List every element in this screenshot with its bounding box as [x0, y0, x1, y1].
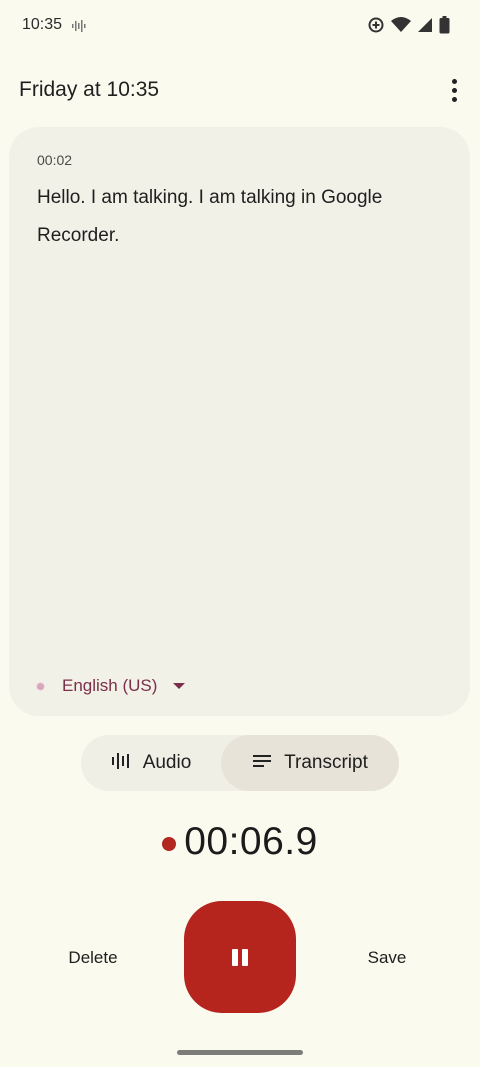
recording-indicator-icon [162, 837, 177, 851]
tab-audio[interactable]: Audio [81, 735, 221, 791]
view-toggle: Audio Transcript [81, 735, 399, 791]
status-bar: 10:35 [0, 0, 480, 52]
recording-timer: 00:06.9 [0, 820, 480, 864]
battery-icon [439, 16, 450, 39]
save-button[interactable]: Save [334, 940, 440, 976]
tab-transcript[interactable]: Transcript [221, 735, 399, 791]
delete-button[interactable]: Delete [40, 940, 146, 976]
gesture-navigation-bar[interactable] [177, 1050, 303, 1055]
waveform-icon [111, 751, 131, 776]
tab-audio-label: Audio [142, 752, 192, 773]
transcript-panel[interactable]: 00:02 Hello. I am talking. I am talking … [9, 127, 470, 716]
elapsed-time: 00:06.9 [184, 820, 318, 863]
more-vert-icon [451, 78, 457, 84]
language-label: English (US) [62, 676, 158, 695]
transcript-text: Hello. I am talking. I am talking in Goo… [37, 187, 383, 246]
more-options-button[interactable] [440, 74, 468, 106]
pause-button[interactable] [184, 901, 296, 1013]
data-saver-icon [367, 16, 385, 39]
dropdown-arrow-icon [173, 683, 186, 689]
tab-transcript-label: Transcript [284, 752, 368, 773]
status-time: 10:35 [22, 16, 63, 33]
language-status-dot [37, 682, 44, 690]
wifi-icon [391, 16, 411, 39]
notes-icon [252, 753, 272, 774]
status-icons [367, 16, 450, 39]
segment-timestamp: 00:02 [37, 152, 73, 168]
pause-icon [232, 948, 248, 966]
signal-icon [417, 17, 433, 38]
language-selector[interactable]: English (US) [37, 676, 186, 696]
page-title: Friday at 10:35 [19, 78, 160, 101]
sound-wave-icon [71, 18, 87, 39]
